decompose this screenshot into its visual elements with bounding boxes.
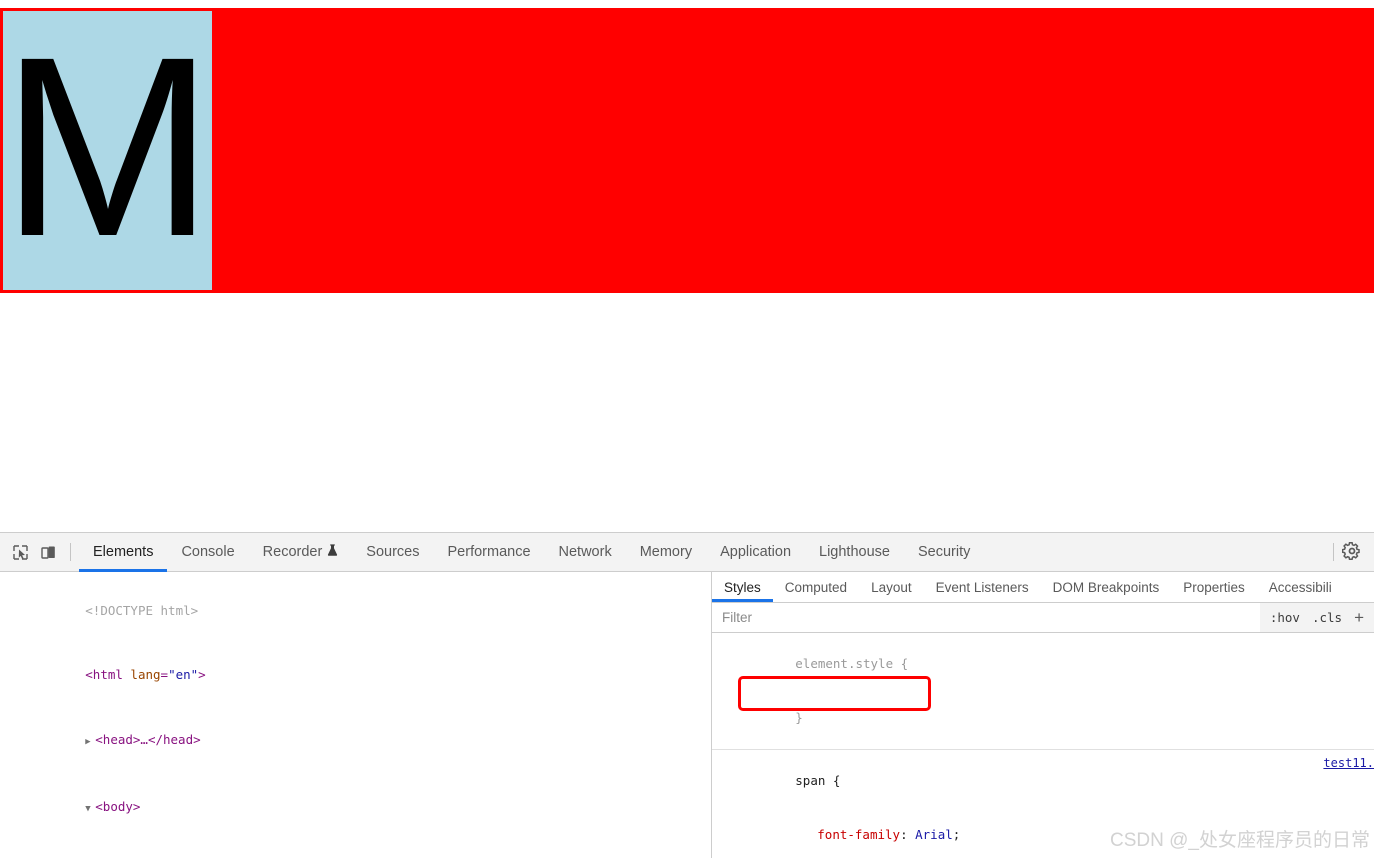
css-prop-font-family[interactable]: font-family: [817, 827, 900, 842]
tab-security-label: Security: [917, 544, 971, 560]
tab-accessibility-label: Accessibili: [1268, 579, 1332, 595]
dom-line-html[interactable]: <html lang="en">: [0, 643, 711, 708]
dom-html-attr-value: "en": [168, 667, 199, 682]
dom-html-close: >: [198, 667, 206, 682]
hov-button[interactable]: :hov: [1270, 610, 1300, 625]
tab-lighthouse[interactable]: Lighthouse: [805, 533, 904, 572]
tab-network[interactable]: Network: [545, 533, 626, 572]
tab-event-listeners-label: Event Listeners: [935, 579, 1029, 595]
devtools-tool-icons: [0, 538, 79, 566]
devtools-tabstrip: Elements Console Recorder Sources Perfor…: [0, 533, 1374, 572]
dom-head-text: <head>…</head>: [95, 731, 201, 747]
tab-styles[interactable]: Styles: [712, 572, 773, 602]
tab-performance-label: Performance: [447, 544, 531, 560]
settings-divider: [1333, 543, 1334, 561]
tab-properties[interactable]: Properties: [1171, 572, 1257, 602]
gear-icon[interactable]: [1341, 541, 1364, 563]
css-origin-link[interactable]: test11.: [1323, 754, 1374, 772]
styles-filter-row: :hov .cls +: [712, 603, 1374, 633]
dom-doctype-text: <!DOCTYPE html>: [85, 602, 199, 618]
dom-line-doctype[interactable]: <!DOCTYPE html>: [0, 578, 711, 643]
css-semi-1: ;: [952, 827, 961, 842]
css-close-element-style: }: [795, 710, 803, 725]
dom-line-p[interactable]: ▼<p>: [0, 842, 711, 858]
tab-recorder-label: Recorder: [262, 544, 323, 560]
tab-console-label: Console: [181, 544, 235, 560]
css-colon-1: :: [900, 827, 916, 842]
tab-lighthouse-label: Lighthouse: [819, 544, 890, 560]
tab-sources[interactable]: Sources: [352, 533, 433, 572]
chevron-right-icon[interactable]: ▶: [85, 732, 95, 754]
toolbar-divider: [70, 543, 71, 561]
tab-dom-breakpoints-label: DOM Breakpoints: [1052, 579, 1160, 595]
tab-memory-label: Memory: [639, 544, 693, 560]
css-rule-element-style[interactable]: element.style { }: [712, 633, 1374, 750]
browser-viewport: M: [0, 0, 1374, 532]
tab-layout[interactable]: Layout: [859, 572, 924, 602]
styles-tabstrip: Styles Computed Layout Event Listeners D…: [712, 572, 1374, 603]
css-selector-element-style: element.style {: [795, 656, 909, 671]
devtools-panel: Elements Console Recorder Sources Perfor…: [0, 532, 1374, 858]
cls-button[interactable]: .cls: [1312, 610, 1342, 625]
devtools-right-tools: [1325, 541, 1374, 563]
tab-application-label: Application: [720, 544, 792, 560]
tab-styles-label: Styles: [724, 579, 761, 595]
inspect-element-icon[interactable]: [6, 538, 34, 566]
flask-icon: [327, 544, 338, 560]
dom-html-attr: lang: [130, 667, 161, 682]
tab-computed-label: Computed: [784, 579, 848, 595]
tab-elements[interactable]: Elements: [79, 533, 168, 572]
tab-event-listeners[interactable]: Event Listeners: [924, 572, 1041, 602]
dom-html-open: <html: [85, 667, 131, 682]
chevron-down-icon[interactable]: ▼: [85, 799, 95, 821]
dom-html-eq: =: [160, 667, 169, 682]
css-declaration-font-family[interactable]: font-family: Arial;: [795, 827, 960, 842]
dom-line-head[interactable]: ▶ <head>…</head>: [0, 707, 711, 775]
devtools-body: <!DOCTYPE html> <html lang="en"> ▶ <head>…: [0, 572, 1374, 858]
css-selector-span: span {: [795, 773, 841, 788]
styles-filter-buttons: :hov .cls +: [1259, 603, 1374, 632]
tab-network-label: Network: [558, 544, 612, 560]
dom-body-text: <body>: [95, 799, 141, 814]
devtools-tab-list: Elements Console Recorder Sources Perfor…: [79, 533, 984, 572]
styles-pane: Styles Computed Layout Event Listeners D…: [712, 572, 1374, 858]
css-value-font-family[interactable]: Arial: [915, 827, 953, 842]
tab-layout-label: Layout: [871, 579, 912, 595]
tab-security[interactable]: Security: [904, 533, 984, 572]
span-element-box: M: [3, 11, 212, 290]
new-style-rule-button[interactable]: +: [1354, 609, 1364, 626]
tab-memory[interactable]: Memory: [626, 533, 706, 572]
styles-filter-input[interactable]: [712, 603, 1260, 632]
screen-root: M Elements Console Recorder Sources Perf…: [0, 0, 1374, 858]
tab-recorder[interactable]: Recorder: [249, 533, 353, 572]
tab-dom-breakpoints[interactable]: DOM Breakpoints: [1041, 572, 1172, 602]
tab-accessibility[interactable]: Accessibili: [1257, 572, 1344, 602]
tab-properties-label: Properties: [1183, 579, 1245, 595]
dom-line-body[interactable]: ▼ <body>: [0, 775, 711, 843]
device-toolbar-icon[interactable]: [34, 538, 62, 566]
tab-performance[interactable]: Performance: [434, 533, 545, 572]
tab-elements-label: Elements: [93, 544, 154, 560]
watermark-text: CSDN @_处女座程序员的日常: [1110, 830, 1370, 851]
tab-sources-label: Sources: [366, 544, 420, 560]
tab-application[interactable]: Application: [706, 533, 805, 572]
dom-tree-pane[interactable]: <!DOCTYPE html> <html lang="en"> ▶ <head>…: [0, 572, 711, 858]
span-letter: M: [3, 11, 212, 290]
tab-console[interactable]: Console: [167, 533, 248, 572]
tab-computed[interactable]: Computed: [773, 572, 859, 602]
